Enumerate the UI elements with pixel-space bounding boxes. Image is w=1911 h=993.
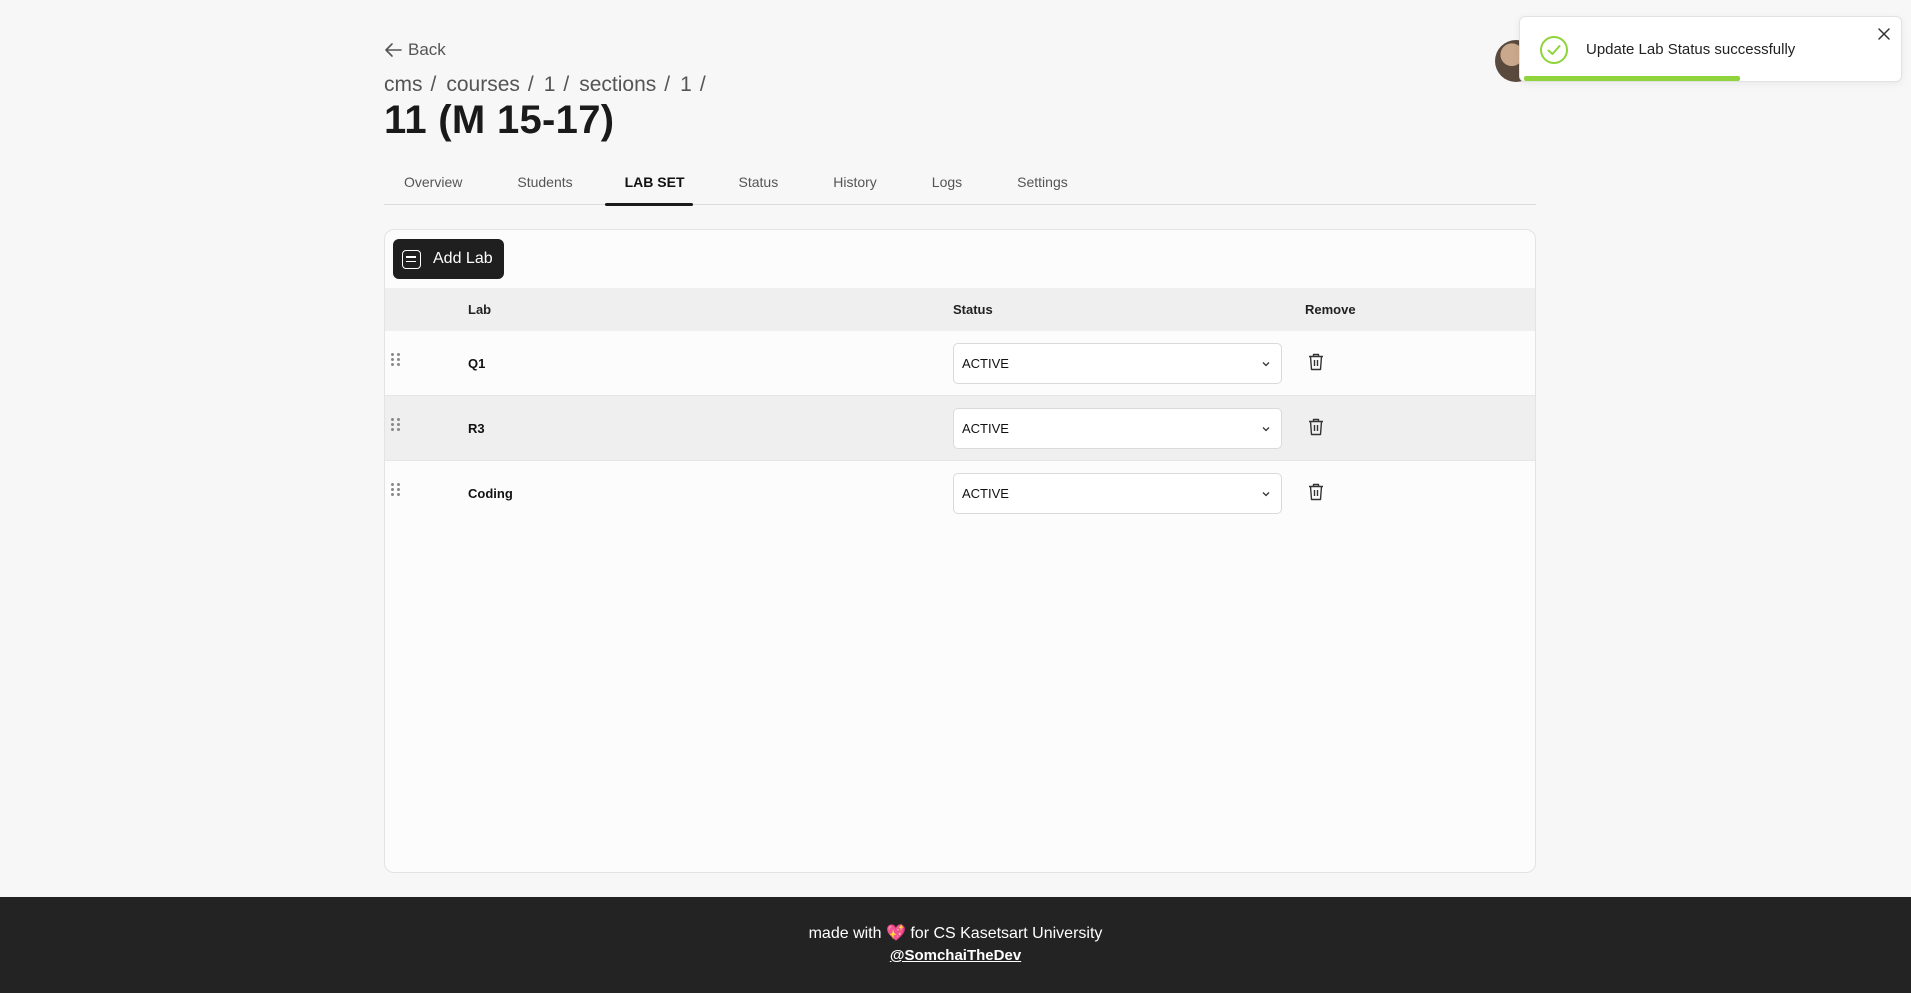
check-circle-icon: [1540, 36, 1568, 64]
footer: made with 💖 for CS Kasetsart University …: [0, 897, 1911, 993]
tab-students[interactable]: Students: [482, 166, 592, 205]
breadcrumb-item[interactable]: cms /: [384, 73, 436, 97]
tab-history[interactable]: History: [798, 166, 897, 205]
table-header: Lab Status Remove: [385, 288, 1535, 331]
add-lab-button[interactable]: Add Lab: [393, 239, 504, 279]
lab-name: R3: [468, 421, 485, 436]
tab-settings[interactable]: Settings: [982, 166, 1088, 205]
drag-handle-icon[interactable]: [391, 483, 400, 496]
drag-handle-icon[interactable]: [391, 353, 400, 366]
trash-icon[interactable]: [1307, 417, 1325, 437]
add-lab-label: Add Lab: [433, 250, 493, 267]
page-title: 11 (M 15-17): [384, 98, 615, 142]
author-link[interactable]: @SomchaiTheDev: [0, 947, 1911, 964]
arrow-left-icon: [385, 43, 402, 57]
status-select[interactable]: ACTIVE: [953, 343, 1282, 384]
chevron-down-icon: [1262, 492, 1270, 497]
column-header-lab: Lab: [468, 302, 492, 317]
table-row: R3 ACTIVE: [385, 396, 1535, 461]
column-header-remove: Remove: [1305, 302, 1356, 317]
breadcrumb: cms / courses/ 1/ sections/ 1/: [384, 73, 706, 97]
lab-name: Coding: [468, 486, 513, 501]
tab-logs[interactable]: Logs: [897, 166, 982, 205]
drag-handle-icon[interactable]: [391, 418, 400, 431]
footer-credit: made with 💖 for CS Kasetsart University: [808, 925, 1103, 942]
close-icon[interactable]: [1877, 27, 1891, 41]
column-header-status: Status: [953, 302, 993, 317]
lab-name: Q1: [468, 356, 486, 371]
toast-notification: Update Lab Status successfully: [1519, 16, 1902, 82]
trash-icon[interactable]: [1307, 482, 1325, 502]
tab-status[interactable]: Status: [705, 166, 799, 205]
breadcrumb-item[interactable]: 1/: [544, 73, 570, 97]
status-select-value: ACTIVE: [962, 486, 1009, 501]
status-select[interactable]: ACTIVE: [953, 408, 1282, 449]
lab-set-card: Add Lab Lab Status Remove Q1 ACTIVE R3 A…: [384, 229, 1536, 873]
toast-progress-bar: [1524, 76, 1740, 81]
status-select-value: ACTIVE: [962, 421, 1009, 436]
tab-lab-set[interactable]: LAB SET: [593, 166, 705, 206]
chevron-down-icon: [1262, 362, 1270, 367]
checklist-icon: [402, 249, 421, 269]
tab-overview[interactable]: Overview: [384, 166, 482, 205]
breadcrumb-item[interactable]: courses /: [446, 73, 533, 97]
chevron-down-icon: [1262, 427, 1270, 432]
tab-bar: Overview Students LAB SET Status History…: [384, 166, 1536, 206]
status-select-value: ACTIVE: [962, 356, 1009, 371]
breadcrumb-item[interactable]: sections /: [579, 73, 670, 97]
toast-message: Update Lab Status successfully: [1586, 41, 1796, 58]
back-label: Back: [408, 40, 446, 59]
status-select[interactable]: ACTIVE: [953, 473, 1282, 514]
heart-icon: 💖: [885, 925, 906, 942]
back-link[interactable]: Back: [384, 40, 446, 60]
table-row: Q1 ACTIVE: [385, 331, 1535, 396]
table-row: Coding ACTIVE: [385, 461, 1535, 526]
trash-icon[interactable]: [1307, 352, 1325, 372]
breadcrumb-item[interactable]: 1/: [680, 73, 706, 97]
